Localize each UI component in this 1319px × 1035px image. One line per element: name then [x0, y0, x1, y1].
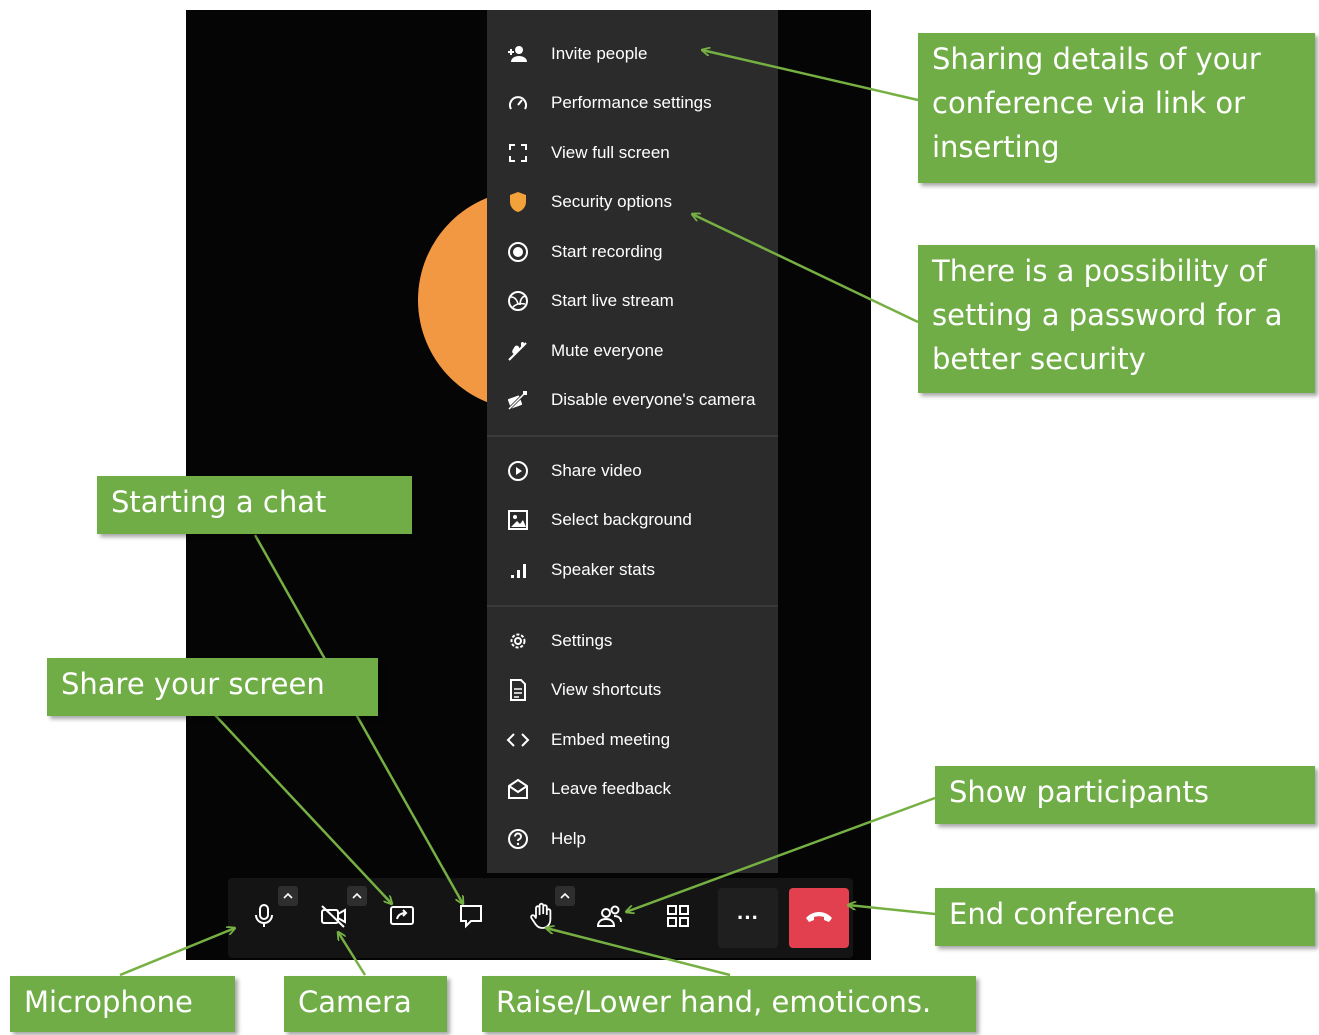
menu-item-label: Start live stream — [551, 291, 674, 310]
menu-item-help[interactable]: Help — [487, 819, 778, 859]
menu-item-security-options[interactable]: Security options — [487, 182, 778, 222]
invite-people-icon — [505, 41, 531, 67]
menu-item-label: Leave feedback — [551, 779, 672, 798]
menu-divider — [487, 605, 778, 607]
menu-item-label: Share video — [551, 461, 642, 480]
menu-item-mute-everyone[interactable]: Mute everyone — [487, 331, 778, 371]
help-icon — [505, 826, 531, 852]
microphone-options-caret[interactable] — [278, 886, 298, 906]
menu-item-view-full-screen[interactable]: View full screen — [487, 133, 778, 173]
menu-item-label: Select background — [551, 510, 692, 529]
play-icon — [505, 458, 531, 484]
gear-icon — [505, 628, 531, 654]
callout-raise-hand: Raise/Lower hand, emoticons. — [482, 976, 976, 1032]
callout-show-participants: Show participants — [935, 766, 1315, 824]
stats-icon — [505, 557, 531, 583]
share-screen-button[interactable] — [380, 896, 424, 940]
live-stream-icon — [505, 288, 531, 314]
menu-item-label: Invite people — [551, 44, 648, 63]
camera-options-caret[interactable] — [347, 886, 367, 906]
code-icon — [505, 727, 531, 753]
callout-camera: Camera — [284, 976, 447, 1032]
menu-item-select-background[interactable]: Select background — [487, 500, 778, 540]
speedometer-icon — [505, 90, 531, 116]
shield-icon — [505, 189, 531, 215]
participants-icon — [596, 904, 624, 933]
participants-button[interactable] — [588, 896, 632, 940]
menu-item-label: Settings — [551, 631, 613, 650]
chevron-up-icon — [352, 887, 362, 905]
callout-starting-chat: Starting a chat — [97, 476, 412, 534]
microphone-icon — [253, 903, 275, 934]
camera-off-icon — [505, 387, 531, 413]
menu-item-label: Help — [551, 829, 586, 848]
menu-item-disable-everyones-camera[interactable]: Disable everyone's camera — [487, 380, 778, 420]
hangup-icon — [804, 908, 834, 929]
tile-view-icon — [666, 904, 690, 933]
menu-item-label: Mute everyone — [551, 341, 664, 360]
more-actions-button[interactable]: ··· — [718, 888, 778, 948]
menu-item-label: View full screen — [551, 143, 670, 162]
camera-off-icon — [320, 904, 348, 933]
menu-item-invite-people[interactable]: Invite people — [487, 34, 778, 74]
chevron-up-icon — [283, 887, 293, 905]
callout-security-password: There is a possibility of setting a pass… — [918, 245, 1315, 393]
chevron-up-icon — [560, 887, 570, 905]
menu-item-label: Speaker stats — [551, 560, 655, 579]
menu-item-performance-settings[interactable]: Performance settings — [487, 83, 778, 123]
chat-icon — [458, 903, 484, 934]
menu-item-leave-feedback[interactable]: Leave feedback — [487, 769, 778, 809]
more-actions-menu: Invite people Performance settings View … — [487, 10, 778, 873]
hangup-button[interactable] — [789, 888, 849, 948]
callout-microphone: Microphone — [10, 976, 235, 1032]
menu-item-start-recording[interactable]: Start recording — [487, 232, 778, 272]
menu-divider — [487, 435, 778, 437]
share-screen-icon — [389, 904, 415, 933]
record-icon — [505, 239, 531, 265]
fullscreen-icon — [505, 140, 531, 166]
menu-item-label: Disable everyone's camera — [551, 390, 756, 409]
menu-item-label: Security options — [551, 192, 672, 211]
callout-share-screen: Share your screen — [47, 658, 378, 716]
menu-item-speaker-stats[interactable]: Speaker stats — [487, 550, 778, 590]
more-icon: ··· — [737, 905, 759, 930]
menu-item-label: View shortcuts — [551, 680, 662, 699]
menu-item-settings[interactable]: Settings — [487, 621, 778, 661]
reactions-options-caret[interactable] — [555, 886, 575, 906]
menu-item-share-video[interactable]: Share video — [487, 451, 778, 491]
callout-end-conference: End conference — [935, 888, 1315, 946]
menu-item-label: Embed meeting — [551, 730, 671, 749]
mute-everyone-icon — [505, 338, 531, 364]
menu-item-embed-meeting[interactable]: Embed meeting — [487, 720, 778, 760]
callout-sharing-details: Sharing details of your conference via l… — [918, 33, 1315, 183]
menu-item-label: Start recording — [551, 242, 663, 261]
menu-item-label: Performance settings — [551, 93, 712, 112]
menu-item-start-live-stream[interactable]: Start live stream — [487, 281, 778, 321]
meeting-toolbar: ··· — [228, 878, 853, 958]
image-icon — [505, 507, 531, 533]
tile-view-button[interactable] — [656, 896, 700, 940]
chat-button[interactable] — [449, 896, 493, 940]
document-icon — [505, 677, 531, 703]
menu-item-view-shortcuts[interactable]: View shortcuts — [487, 670, 778, 710]
feedback-icon — [505, 776, 531, 802]
raise-hand-icon — [529, 902, 553, 935]
